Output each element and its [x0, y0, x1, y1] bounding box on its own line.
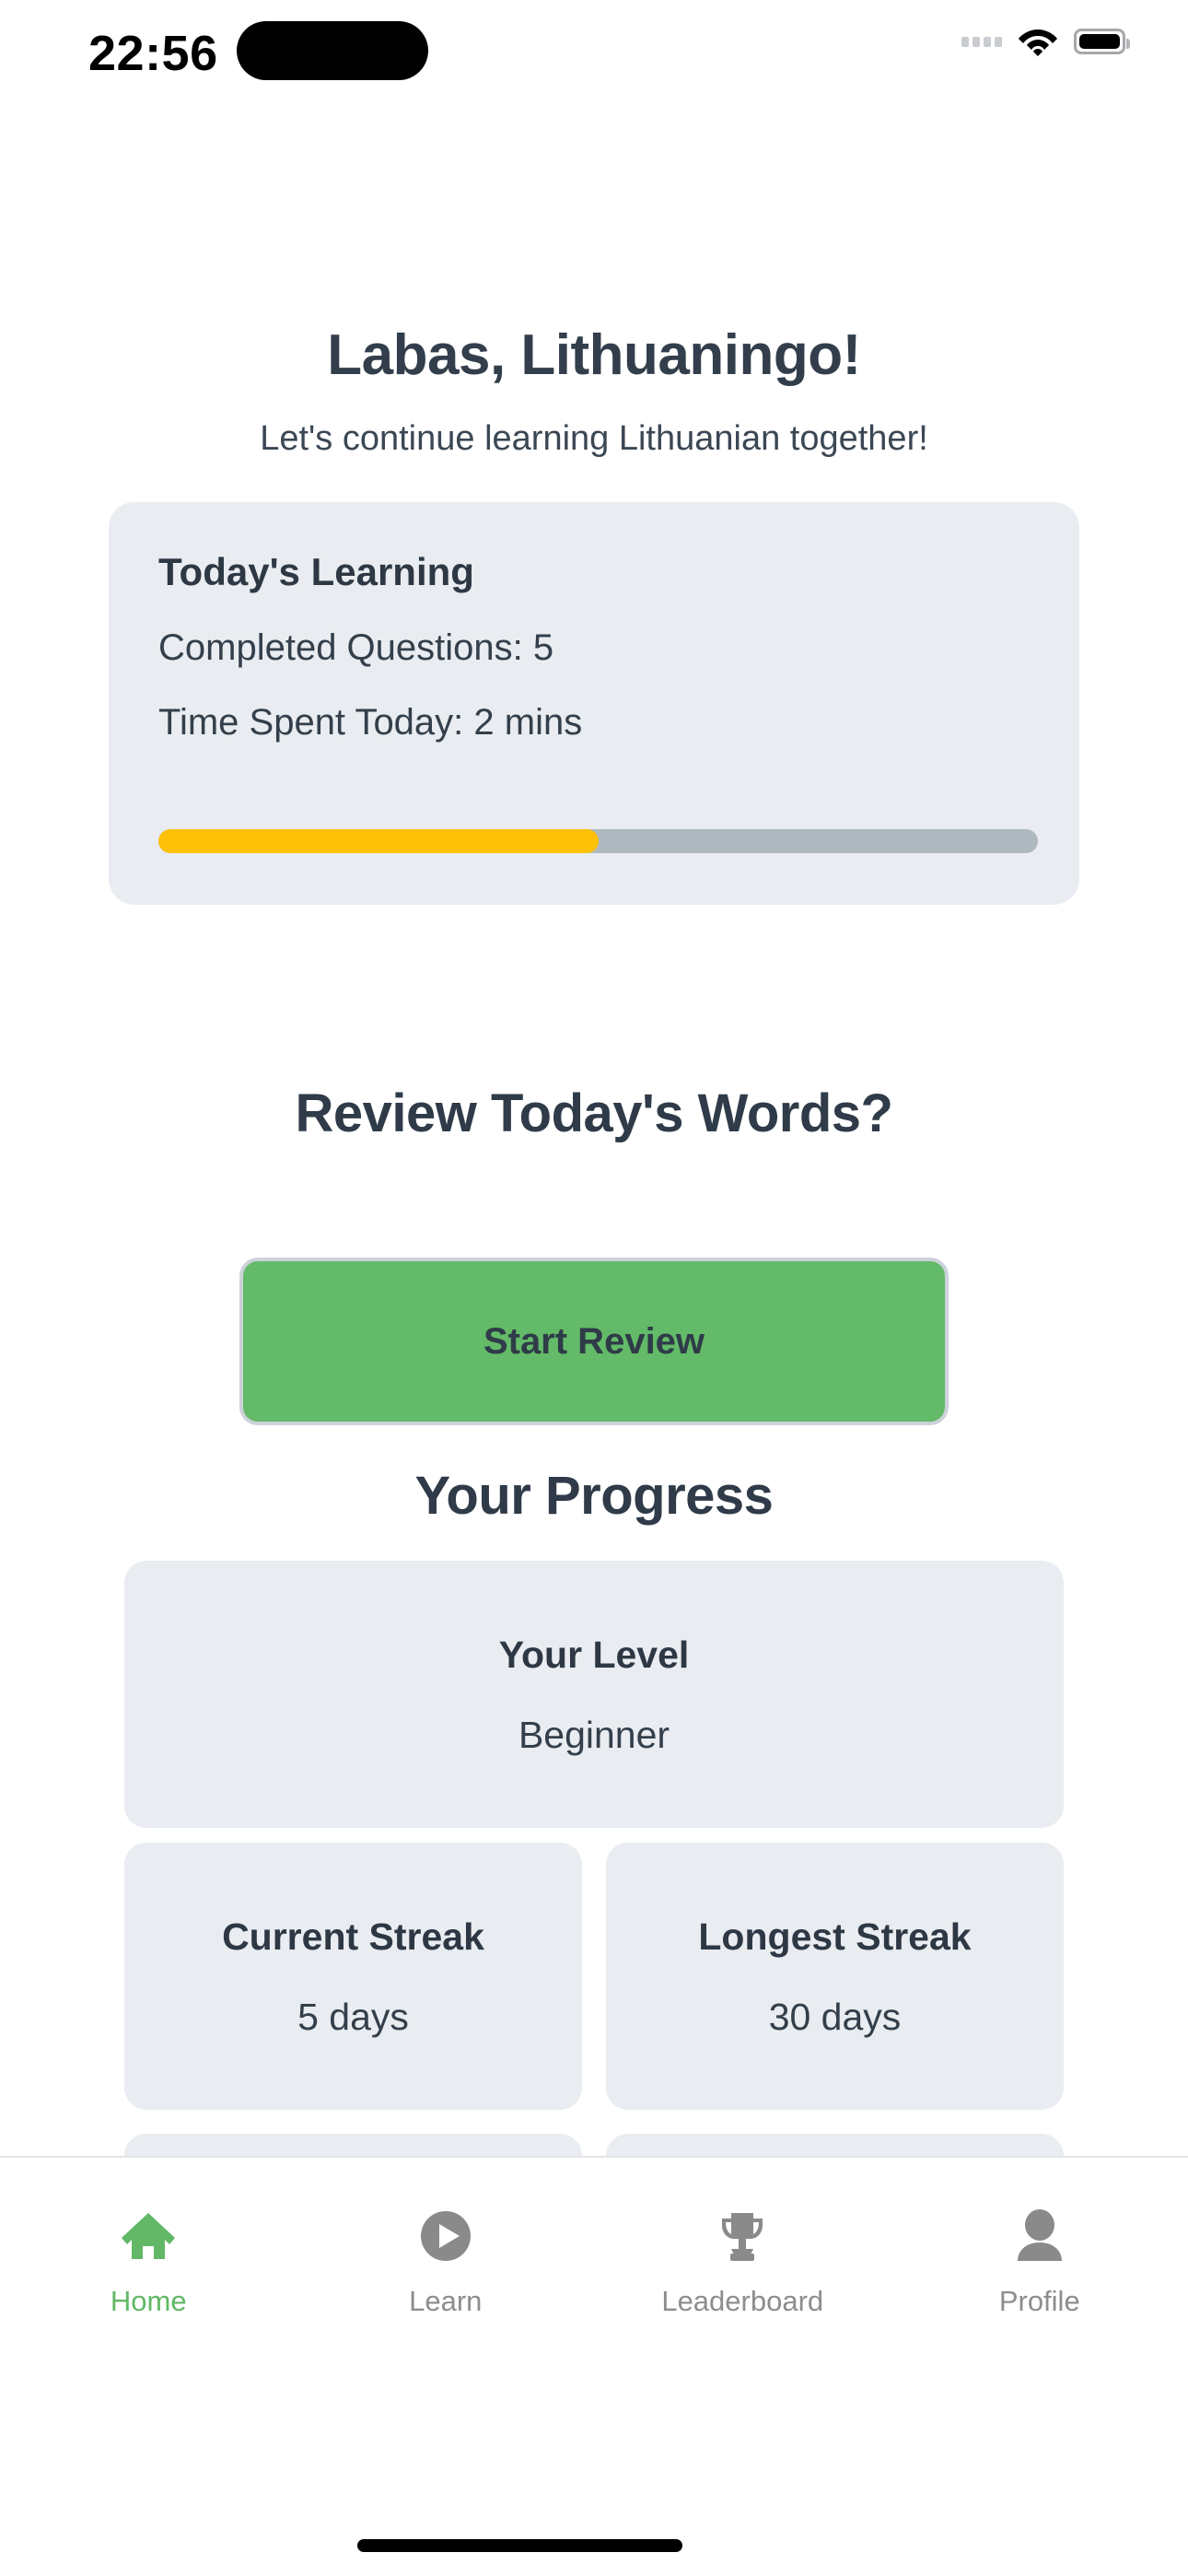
- longest-streak-label: Longest Streak: [698, 1915, 972, 1959]
- current-streak-label: Current Streak: [222, 1915, 484, 1959]
- person-icon: [1014, 2207, 1066, 2265]
- trophy-icon: [715, 2207, 770, 2265]
- scroll-content[interactable]: Labas, Lithuaningo! Let's continue learn…: [0, 111, 1188, 2156]
- your-level-card: Your Level Beginner: [124, 1561, 1064, 1828]
- wifi-icon: [1017, 26, 1059, 57]
- tab-profile[interactable]: Profile: [891, 2207, 1188, 2318]
- daily-progress-bar: [158, 829, 1038, 853]
- tab-home-label: Home: [110, 2285, 187, 2317]
- play-circle-icon: [419, 2207, 472, 2265]
- battery-full-icon: [1074, 29, 1130, 54]
- bottom-tab-bar: Home Learn Leaderboard Profile: [0, 2156, 1188, 2460]
- cellular-dots-icon: [961, 36, 1002, 47]
- todays-learning-title: Today's Learning: [158, 550, 474, 593]
- current-streak-card: Current Streak 5 days: [124, 1843, 582, 2110]
- house-icon: [120, 2207, 177, 2265]
- page-subtitle: Let's continue learning Lithuanian toget…: [260, 419, 928, 458]
- todays-learning-card: Today's Learning Completed Questions: 5 …: [109, 502, 1079, 905]
- phone-screen: 22:56 Labas, Lithuaningo! Let's continue…: [0, 0, 1188, 2576]
- tab-profile-label: Profile: [998, 2285, 1080, 2317]
- time-spent-today-text: Time Spent Today: 2 mins: [158, 702, 583, 743]
- total-answered-questions-card: Total Answered Questions 0: [124, 2134, 582, 2156]
- total-stats-row: Total Answered Questions 0 Time Spent To…: [124, 2134, 1064, 2156]
- current-streak-value: 5 days: [297, 1995, 409, 2038]
- your-progress-heading: Your Progress: [414, 1466, 774, 1526]
- longest-streak-value: 30 days: [768, 1995, 902, 2038]
- status-bar-clock: 22:56: [88, 26, 218, 81]
- your-level-value: Beginner: [518, 1713, 670, 1756]
- tab-leaderboard-label: Leaderboard: [661, 2285, 824, 2317]
- page-title: Labas, Lithuaningo!: [327, 323, 861, 387]
- tab-learn-label: Learn: [409, 2285, 483, 2317]
- review-heading: Review Today's Words?: [295, 1083, 893, 1143]
- time-spent-total-card: Time Spent Total 5 hrs 4.5 mins: [606, 2134, 1064, 2156]
- status-bar-indicators: [961, 26, 1130, 57]
- longest-streak-card: Longest Streak 30 days: [606, 1843, 1064, 2110]
- status-bar: 22:56: [0, 0, 1188, 111]
- completed-questions-text: Completed Questions: 5: [158, 627, 554, 668]
- start-review-button[interactable]: Start Review: [239, 1258, 949, 1425]
- streak-stats-row: Current Streak 5 days Longest Streak 30 …: [124, 1843, 1064, 2110]
- tab-leaderboard[interactable]: Leaderboard: [594, 2207, 891, 2318]
- dynamic-island: [237, 21, 428, 80]
- tab-home[interactable]: Home: [0, 2207, 297, 2318]
- home-indicator: [357, 2539, 682, 2552]
- daily-progress-fill: [158, 829, 599, 853]
- tab-learn[interactable]: Learn: [297, 2207, 595, 2318]
- your-level-label: Your Level: [498, 1633, 690, 1677]
